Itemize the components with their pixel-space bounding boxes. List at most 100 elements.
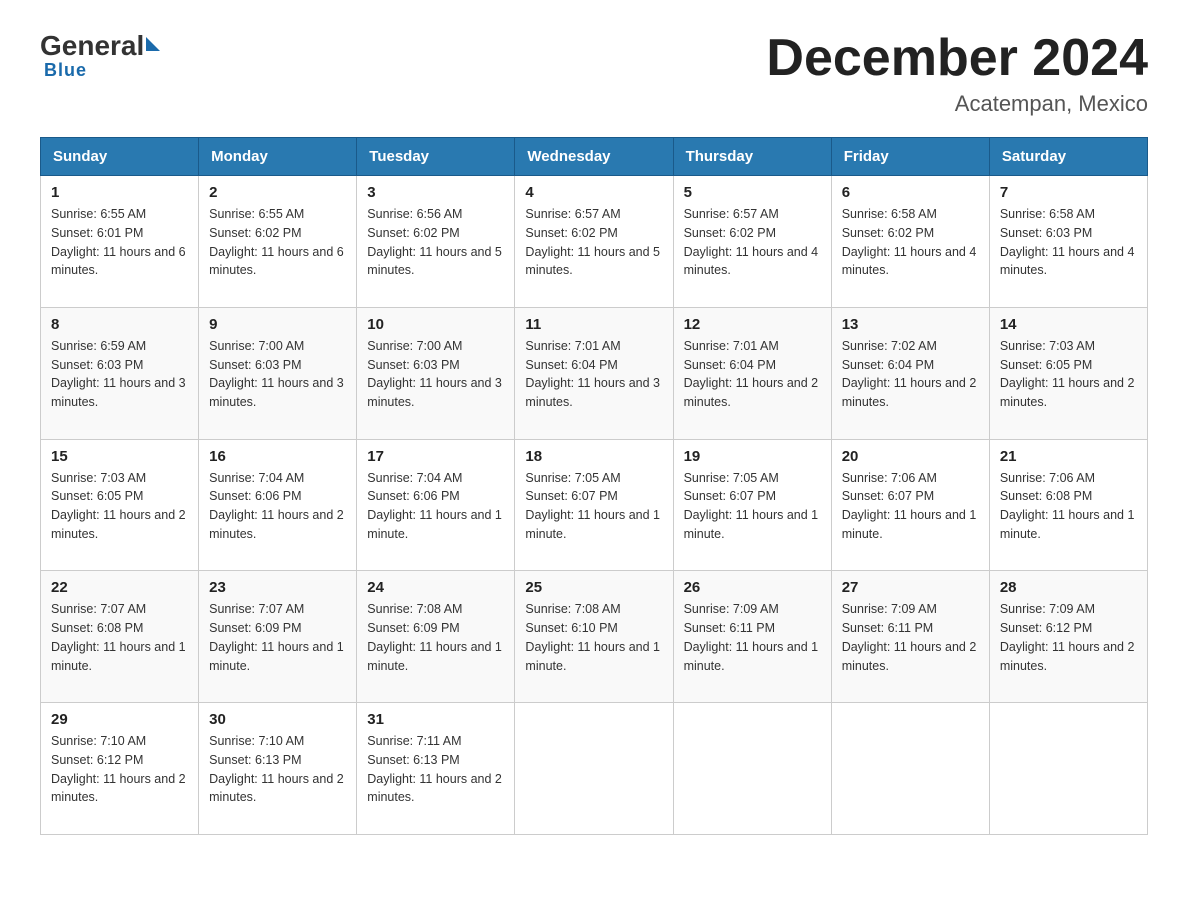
weekday-header-thursday: Thursday xyxy=(673,138,831,176)
calendar-day-cell: 15 Sunrise: 7:03 AM Sunset: 6:05 PM Dayl… xyxy=(41,439,199,571)
day-info: Sunrise: 7:08 AM Sunset: 6:10 PM Dayligh… xyxy=(525,600,662,694)
day-number: 17 xyxy=(367,448,504,465)
day-number: 7 xyxy=(1000,184,1137,201)
calendar-day-cell: 30 Sunrise: 7:10 AM Sunset: 6:13 PM Dayl… xyxy=(199,703,357,835)
day-info: Sunrise: 6:56 AM Sunset: 6:02 PM Dayligh… xyxy=(367,205,504,299)
day-info: Sunrise: 6:58 AM Sunset: 6:03 PM Dayligh… xyxy=(1000,205,1137,299)
day-number: 11 xyxy=(525,316,662,333)
day-number: 12 xyxy=(684,316,821,333)
calendar-day-cell: 20 Sunrise: 7:06 AM Sunset: 6:07 PM Dayl… xyxy=(831,439,989,571)
day-info: Sunrise: 6:55 AM Sunset: 6:02 PM Dayligh… xyxy=(209,205,346,299)
calendar-day-cell: 9 Sunrise: 7:00 AM Sunset: 6:03 PM Dayli… xyxy=(199,307,357,439)
main-title: December 2024 xyxy=(766,30,1148,87)
calendar-day-cell: 6 Sunrise: 6:58 AM Sunset: 6:02 PM Dayli… xyxy=(831,176,989,308)
day-number: 3 xyxy=(367,184,504,201)
calendar-week-row: 22 Sunrise: 7:07 AM Sunset: 6:08 PM Dayl… xyxy=(41,571,1148,703)
day-info: Sunrise: 7:05 AM Sunset: 6:07 PM Dayligh… xyxy=(684,469,821,563)
day-info: Sunrise: 7:09 AM Sunset: 6:12 PM Dayligh… xyxy=(1000,600,1137,694)
weekday-header-wednesday: Wednesday xyxy=(515,138,673,176)
day-number: 22 xyxy=(51,579,188,596)
day-number: 28 xyxy=(1000,579,1137,596)
location-subtitle: Acatempan, Mexico xyxy=(766,91,1148,117)
calendar-day-cell: 26 Sunrise: 7:09 AM Sunset: 6:11 PM Dayl… xyxy=(673,571,831,703)
logo-blue-text: Blue xyxy=(44,60,160,81)
logo: General xyxy=(40,30,160,62)
day-info: Sunrise: 7:09 AM Sunset: 6:11 PM Dayligh… xyxy=(842,600,979,694)
logo-triangle-icon xyxy=(146,37,160,51)
calendar-week-row: 8 Sunrise: 6:59 AM Sunset: 6:03 PM Dayli… xyxy=(41,307,1148,439)
day-number: 4 xyxy=(525,184,662,201)
day-info: Sunrise: 6:57 AM Sunset: 6:02 PM Dayligh… xyxy=(525,205,662,299)
day-info: Sunrise: 7:10 AM Sunset: 6:12 PM Dayligh… xyxy=(51,732,188,826)
day-info: Sunrise: 6:59 AM Sunset: 6:03 PM Dayligh… xyxy=(51,337,188,431)
day-info: Sunrise: 7:06 AM Sunset: 6:07 PM Dayligh… xyxy=(842,469,979,563)
day-number: 15 xyxy=(51,448,188,465)
calendar-week-row: 15 Sunrise: 7:03 AM Sunset: 6:05 PM Dayl… xyxy=(41,439,1148,571)
calendar-day-cell: 31 Sunrise: 7:11 AM Sunset: 6:13 PM Dayl… xyxy=(357,703,515,835)
weekday-header-sunday: Sunday xyxy=(41,138,199,176)
calendar-day-cell: 7 Sunrise: 6:58 AM Sunset: 6:03 PM Dayli… xyxy=(989,176,1147,308)
day-number: 23 xyxy=(209,579,346,596)
calendar-day-cell: 4 Sunrise: 6:57 AM Sunset: 6:02 PM Dayli… xyxy=(515,176,673,308)
calendar-day-cell: 29 Sunrise: 7:10 AM Sunset: 6:12 PM Dayl… xyxy=(41,703,199,835)
day-number: 9 xyxy=(209,316,346,333)
page-header: General Blue December 2024 Acatempan, Me… xyxy=(40,30,1148,117)
day-number: 13 xyxy=(842,316,979,333)
calendar-day-cell xyxy=(673,703,831,835)
day-number: 1 xyxy=(51,184,188,201)
day-info: Sunrise: 7:00 AM Sunset: 6:03 PM Dayligh… xyxy=(209,337,346,431)
calendar-week-row: 29 Sunrise: 7:10 AM Sunset: 6:12 PM Dayl… xyxy=(41,703,1148,835)
day-number: 27 xyxy=(842,579,979,596)
calendar-day-cell: 2 Sunrise: 6:55 AM Sunset: 6:02 PM Dayli… xyxy=(199,176,357,308)
calendar-day-cell: 27 Sunrise: 7:09 AM Sunset: 6:11 PM Dayl… xyxy=(831,571,989,703)
calendar-day-cell: 3 Sunrise: 6:56 AM Sunset: 6:02 PM Dayli… xyxy=(357,176,515,308)
calendar-day-cell: 11 Sunrise: 7:01 AM Sunset: 6:04 PM Dayl… xyxy=(515,307,673,439)
day-info: Sunrise: 7:04 AM Sunset: 6:06 PM Dayligh… xyxy=(209,469,346,563)
calendar-day-cell: 18 Sunrise: 7:05 AM Sunset: 6:07 PM Dayl… xyxy=(515,439,673,571)
day-info: Sunrise: 7:00 AM Sunset: 6:03 PM Dayligh… xyxy=(367,337,504,431)
title-area: December 2024 Acatempan, Mexico xyxy=(766,30,1148,117)
day-number: 21 xyxy=(1000,448,1137,465)
day-info: Sunrise: 7:03 AM Sunset: 6:05 PM Dayligh… xyxy=(51,469,188,563)
day-info: Sunrise: 7:09 AM Sunset: 6:11 PM Dayligh… xyxy=(684,600,821,694)
weekday-header-saturday: Saturday xyxy=(989,138,1147,176)
day-info: Sunrise: 7:03 AM Sunset: 6:05 PM Dayligh… xyxy=(1000,337,1137,431)
weekday-header-friday: Friday xyxy=(831,138,989,176)
day-info: Sunrise: 7:01 AM Sunset: 6:04 PM Dayligh… xyxy=(684,337,821,431)
calendar-day-cell: 24 Sunrise: 7:08 AM Sunset: 6:09 PM Dayl… xyxy=(357,571,515,703)
day-info: Sunrise: 7:10 AM Sunset: 6:13 PM Dayligh… xyxy=(209,732,346,826)
day-number: 8 xyxy=(51,316,188,333)
calendar-day-cell: 5 Sunrise: 6:57 AM Sunset: 6:02 PM Dayli… xyxy=(673,176,831,308)
day-number: 20 xyxy=(842,448,979,465)
logo-area: General Blue xyxy=(40,30,160,81)
day-info: Sunrise: 7:05 AM Sunset: 6:07 PM Dayligh… xyxy=(525,469,662,563)
day-info: Sunrise: 7:07 AM Sunset: 6:08 PM Dayligh… xyxy=(51,600,188,694)
weekday-header-monday: Monday xyxy=(199,138,357,176)
day-number: 5 xyxy=(684,184,821,201)
day-number: 16 xyxy=(209,448,346,465)
day-number: 2 xyxy=(209,184,346,201)
calendar-day-cell: 17 Sunrise: 7:04 AM Sunset: 6:06 PM Dayl… xyxy=(357,439,515,571)
day-info: Sunrise: 7:04 AM Sunset: 6:06 PM Dayligh… xyxy=(367,469,504,563)
day-info: Sunrise: 6:57 AM Sunset: 6:02 PM Dayligh… xyxy=(684,205,821,299)
day-info: Sunrise: 6:55 AM Sunset: 6:01 PM Dayligh… xyxy=(51,205,188,299)
day-number: 31 xyxy=(367,711,504,728)
day-info: Sunrise: 7:07 AM Sunset: 6:09 PM Dayligh… xyxy=(209,600,346,694)
weekday-header-row: SundayMondayTuesdayWednesdayThursdayFrid… xyxy=(41,138,1148,176)
calendar-week-row: 1 Sunrise: 6:55 AM Sunset: 6:01 PM Dayli… xyxy=(41,176,1148,308)
day-info: Sunrise: 7:02 AM Sunset: 6:04 PM Dayligh… xyxy=(842,337,979,431)
day-number: 6 xyxy=(842,184,979,201)
day-info: Sunrise: 6:58 AM Sunset: 6:02 PM Dayligh… xyxy=(842,205,979,299)
calendar-day-cell: 1 Sunrise: 6:55 AM Sunset: 6:01 PM Dayli… xyxy=(41,176,199,308)
day-info: Sunrise: 7:06 AM Sunset: 6:08 PM Dayligh… xyxy=(1000,469,1137,563)
day-number: 26 xyxy=(684,579,821,596)
day-number: 18 xyxy=(525,448,662,465)
calendar-day-cell: 21 Sunrise: 7:06 AM Sunset: 6:08 PM Dayl… xyxy=(989,439,1147,571)
weekday-header-tuesday: Tuesday xyxy=(357,138,515,176)
day-number: 14 xyxy=(1000,316,1137,333)
day-info: Sunrise: 7:01 AM Sunset: 6:04 PM Dayligh… xyxy=(525,337,662,431)
day-number: 29 xyxy=(51,711,188,728)
logo-general-text: General xyxy=(40,30,144,62)
day-number: 10 xyxy=(367,316,504,333)
calendar-day-cell xyxy=(515,703,673,835)
